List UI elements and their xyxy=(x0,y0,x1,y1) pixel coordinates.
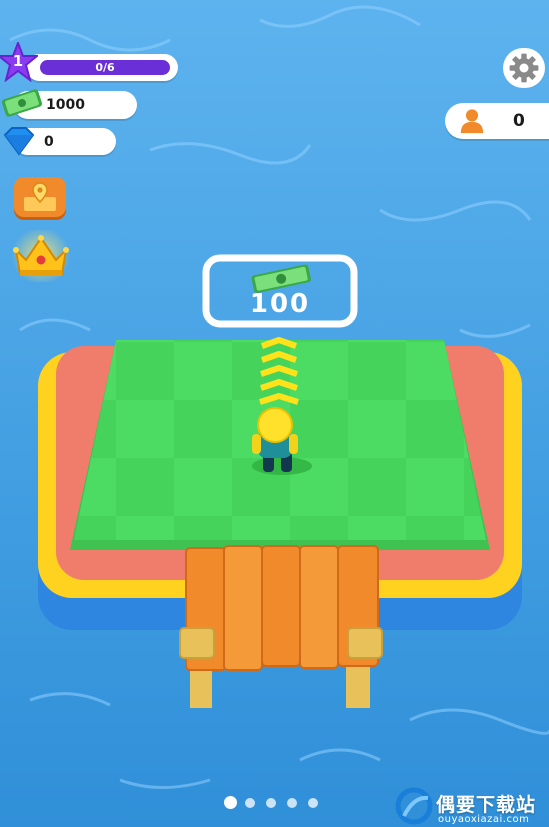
level-progress-panel: 0/6 xyxy=(26,54,178,81)
gear-icon xyxy=(509,53,539,83)
watermark-url: ouyaoxiazai.com xyxy=(438,814,530,825)
page-dot[interactable] xyxy=(245,798,255,808)
cash-amount: 1000 xyxy=(46,97,85,113)
level-number: 1 xyxy=(12,52,24,70)
page-dot[interactable] xyxy=(287,798,297,808)
page-dot[interactable] xyxy=(224,796,237,809)
workers-count: 0 xyxy=(513,111,525,131)
page-dot[interactable] xyxy=(266,798,276,808)
level-progress-text: 0/6 xyxy=(95,61,115,74)
watermark-title: 偶要下载站 xyxy=(436,794,537,816)
crown-button[interactable] xyxy=(8,230,74,282)
watermark-logo-icon xyxy=(395,787,433,825)
map-pin-icon xyxy=(24,182,56,211)
page-dot[interactable] xyxy=(308,798,318,808)
gems-amount: 0 xyxy=(44,134,54,150)
settings-button[interactable] xyxy=(503,48,545,88)
gem-icon xyxy=(3,127,35,156)
worker-icon xyxy=(460,109,484,134)
workers-panel[interactable]: 0 xyxy=(445,103,549,139)
purchase-price: 100 xyxy=(250,289,310,319)
crown-icon xyxy=(13,235,69,276)
map-button[interactable] xyxy=(14,177,66,217)
cash-icon xyxy=(1,89,43,117)
